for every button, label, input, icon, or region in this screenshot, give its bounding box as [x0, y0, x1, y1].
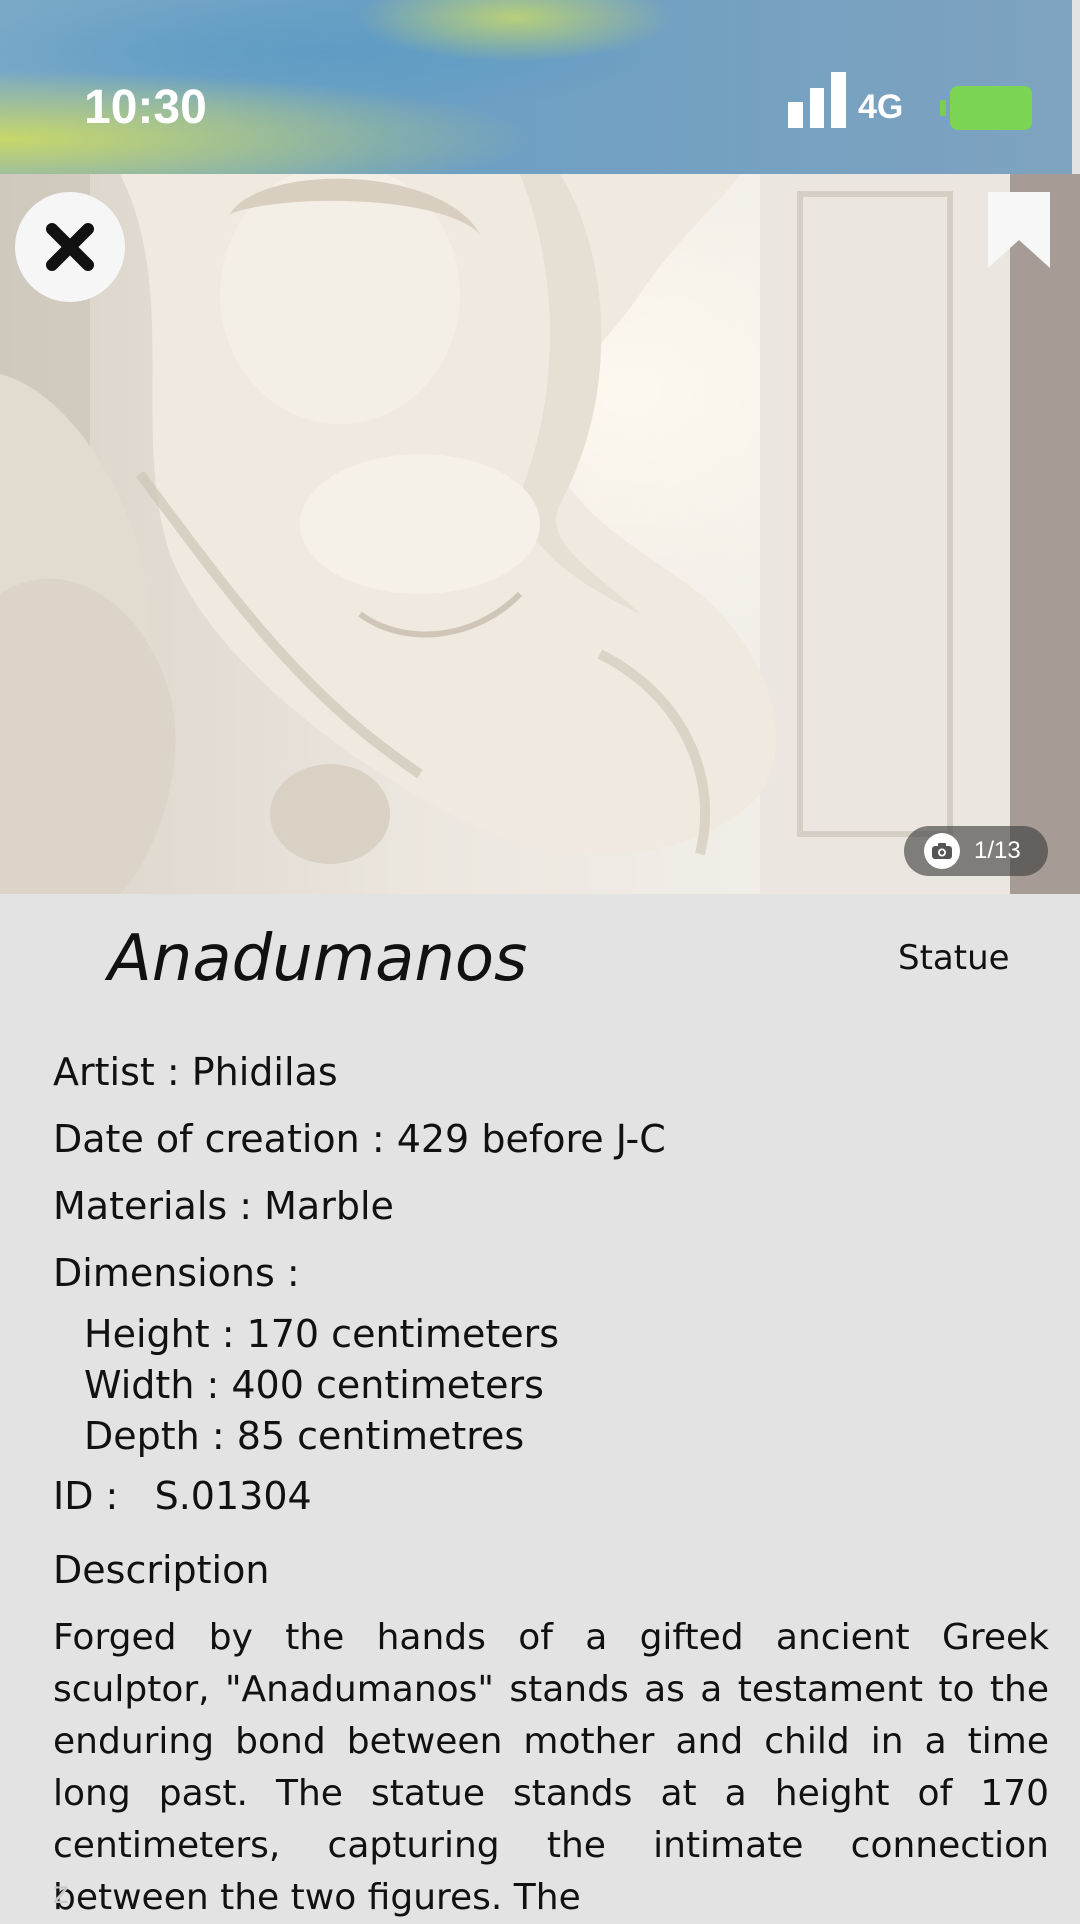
photo-counter-text: 1/13 — [974, 837, 1021, 864]
dimensions-label: Dimensions : — [53, 1251, 300, 1295]
artwork-title: Anadumanos — [108, 922, 528, 996]
camera-icon — [924, 833, 960, 869]
height-field: Height : 170 centimeters — [84, 1312, 560, 1356]
signal-icon — [788, 72, 847, 128]
artist-field: Artist : Phidilas — [53, 1050, 338, 1094]
artwork-image[interactable] — [0, 174, 1080, 894]
id-field: ID : S.01304 — [53, 1474, 312, 1518]
status-time: 10:30 — [84, 81, 207, 134]
depth-field: Depth : 85 centimetres — [84, 1414, 525, 1458]
battery-icon — [940, 86, 1032, 130]
date-field: Date of creation : 429 before J-C — [53, 1117, 666, 1161]
width-field: Width : 400 centimeters — [84, 1363, 544, 1407]
status-bar: 10:30 4G — [0, 0, 1072, 174]
materials-field: Materials : Marble — [53, 1184, 394, 1228]
close-icon — [46, 223, 94, 271]
description-label: Description — [53, 1548, 270, 1592]
description-text: Forged by the hands of a gifted ancient … — [53, 1617, 1049, 1918]
artwork-category: Statue — [898, 938, 1010, 978]
photo-counter[interactable]: 1/13 — [904, 826, 1048, 876]
bookmark-icon[interactable] — [988, 192, 1050, 268]
network-type: 4G — [858, 88, 904, 126]
statue-illustration — [0, 174, 1080, 894]
close-button[interactable] — [15, 192, 125, 302]
description-more: z — [53, 1876, 69, 1911]
